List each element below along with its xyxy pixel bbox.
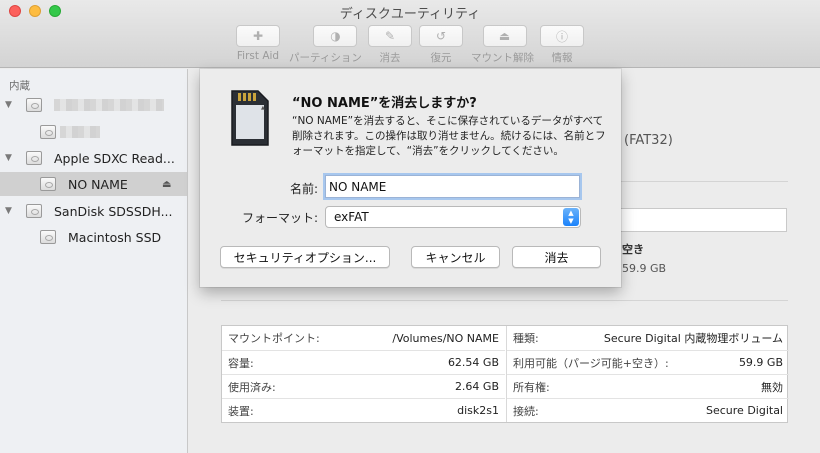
volume-icon — [40, 125, 56, 139]
restore-icon[interactable]: ↺ — [419, 25, 463, 47]
info-key: 接続: — [513, 404, 539, 418]
info-row: 利用可能（パージ可能+空き）: 59.9 GB — [507, 350, 789, 374]
toolbar-label: マウント解除 — [471, 52, 534, 64]
sidebar-item-internal-volume[interactable] — [0, 120, 187, 144]
sidebar-item-no-name[interactable]: NO NAME ⏏ — [0, 172, 187, 196]
sidebar-heading: 内蔵 — [9, 80, 30, 92]
usage-bar — [620, 208, 787, 232]
info-key: 種類: — [513, 332, 539, 345]
info-value: 59.9 GB — [738, 356, 783, 369]
redacted-label — [54, 99, 164, 111]
toolbar-label: 消去 — [379, 52, 401, 64]
info-row: マウントポイント: /Volumes/NO NAME — [222, 326, 505, 350]
title-bar: ディスクユーティリティ ✚ First Aid ◑ パーティション ✎ 消去 ↺… — [0, 0, 820, 68]
disclosure-triangle-icon[interactable]: ▼ — [5, 100, 12, 110]
info-key: 利用可能（パージ可能+空き）: — [513, 356, 669, 370]
toolbar-erase[interactable]: ✎ 消去 — [368, 25, 412, 65]
toolbar-label: First Aid — [236, 50, 280, 62]
info-key: 所有権: — [513, 380, 550, 394]
toolbar-label: 情報 — [551, 52, 573, 64]
info-value: 無効 — [761, 380, 783, 394]
info-key: 容量: — [228, 356, 254, 370]
toolbar-restore[interactable]: ↺ 復元 — [419, 25, 463, 65]
toolbar-first-aid[interactable]: ✚ First Aid — [236, 25, 280, 62]
dialog-message: “NO NAME”を消去すると、そこに保存されているデータがすべて削除されます。… — [292, 115, 606, 157]
eject-icon[interactable]: ⏏ — [162, 179, 171, 190]
sidebar-item-label: Apple SDXC Read... — [54, 150, 175, 166]
toolbar-label: パーティション — [289, 52, 362, 64]
erase-dialog: ▲ “NO NAME”を消去しますか? “NO NAME”を消去すると、そこに保… — [200, 69, 621, 287]
format-label: フォーマット: — [241, 211, 318, 225]
free-space-value: 59.9 GB — [622, 262, 667, 275]
name-input[interactable] — [325, 175, 580, 198]
svg-text:▲: ▲ — [261, 105, 265, 111]
info-key: 使用済み: — [228, 380, 276, 394]
info-row: 使用済み: 2.64 GB — [222, 374, 505, 398]
disk-icon — [26, 204, 42, 218]
volume-icon — [40, 230, 56, 244]
stethoscope-icon[interactable]: ✚ — [236, 25, 280, 47]
toolbar-label: 復元 — [430, 52, 452, 64]
sidebar-item-apple-sdxc[interactable]: ▼ Apple SDXC Read... — [0, 146, 187, 170]
sidebar-item-label: NO NAME — [68, 176, 128, 192]
free-space-label: 空き — [622, 243, 644, 256]
disclosure-triangle-icon[interactable]: ▼ — [5, 206, 12, 216]
sidebar-item-internal-disk[interactable]: ▼ — [0, 93, 187, 117]
sidebar-item-macintosh-ssd[interactable]: Macintosh SSD — [0, 225, 187, 249]
sd-card-icon — [40, 177, 56, 191]
volume-info-table: マウントポイント: /Volumes/NO NAME 容量: 62.54 GB … — [221, 325, 789, 423]
info-icon[interactable]: ⓘ — [540, 25, 584, 47]
info-value: /Volumes/NO NAME — [392, 331, 499, 345]
sidebar-item-label: SanDisk SDSSDH... — [54, 203, 173, 219]
disclosure-triangle-icon[interactable]: ▼ — [5, 153, 12, 163]
erase-button[interactable]: 消去 — [512, 246, 601, 268]
info-value: Secure Digital 内蔵物理ボリューム — [603, 332, 783, 345]
cancel-button[interactable]: キャンセル — [411, 246, 500, 268]
disk-icon — [26, 151, 42, 165]
erase-icon[interactable]: ✎ — [368, 25, 412, 47]
sidebar-item-sandisk[interactable]: ▼ SanDisk SDSSDH... — [0, 199, 187, 223]
info-row: 容量: 62.54 GB — [222, 350, 505, 374]
info-row: 接続: Secure Digital — [507, 398, 789, 422]
info-value: 62.54 GB — [447, 356, 499, 369]
filesystem-label: (FAT32) — [624, 133, 673, 148]
info-row: 装置: disk2s1 — [222, 398, 505, 422]
info-row: 種類: Secure Digital 内蔵物理ボリューム — [507, 326, 789, 350]
info-value: Secure Digital — [706, 404, 783, 417]
toolbar-unmount[interactable]: ⏏ マウント解除 — [471, 25, 534, 65]
partition-icon[interactable]: ◑ — [313, 25, 358, 47]
info-column-left: マウントポイント: /Volumes/NO NAME 容量: 62.54 GB … — [222, 326, 505, 422]
info-value: disk2s1 — [457, 404, 499, 417]
info-key: マウントポイント: — [228, 332, 320, 345]
format-select[interactable]: exFAT ▲ ▼ — [325, 206, 581, 228]
divider — [221, 300, 788, 301]
chevron-updown-icon[interactable]: ▲ ▼ — [563, 208, 579, 226]
window-title: ディスクユーティリティ — [339, 7, 481, 22]
unmount-icon[interactable]: ⏏ — [482, 25, 527, 47]
format-value: exFAT — [334, 210, 369, 224]
disk-icon — [26, 98, 42, 112]
toolbar-info[interactable]: ⓘ 情報 — [540, 25, 584, 65]
info-value: 2.64 GB — [454, 380, 499, 393]
security-options-button[interactable]: セキュリティオプション... — [220, 246, 390, 268]
sidebar: 内蔵 ▼ ▼ Apple SDXC Read... NO NAME ⏏ ▼ Sa… — [0, 69, 188, 453]
info-key: 装置: — [228, 404, 254, 418]
info-row: 所有権: 無効 — [507, 374, 789, 398]
name-label: 名前: — [289, 182, 318, 196]
sd-card-icon: ▲ — [231, 90, 269, 146]
redacted-label — [60, 126, 100, 138]
toolbar-partition[interactable]: ◑ パーティション — [289, 25, 362, 65]
info-column-right: 種類: Secure Digital 内蔵物理ボリューム 利用可能（パージ可能+… — [506, 326, 789, 422]
dialog-title: “NO NAME”を消去しますか? — [292, 96, 477, 111]
sidebar-item-label: Macintosh SSD — [68, 229, 162, 245]
